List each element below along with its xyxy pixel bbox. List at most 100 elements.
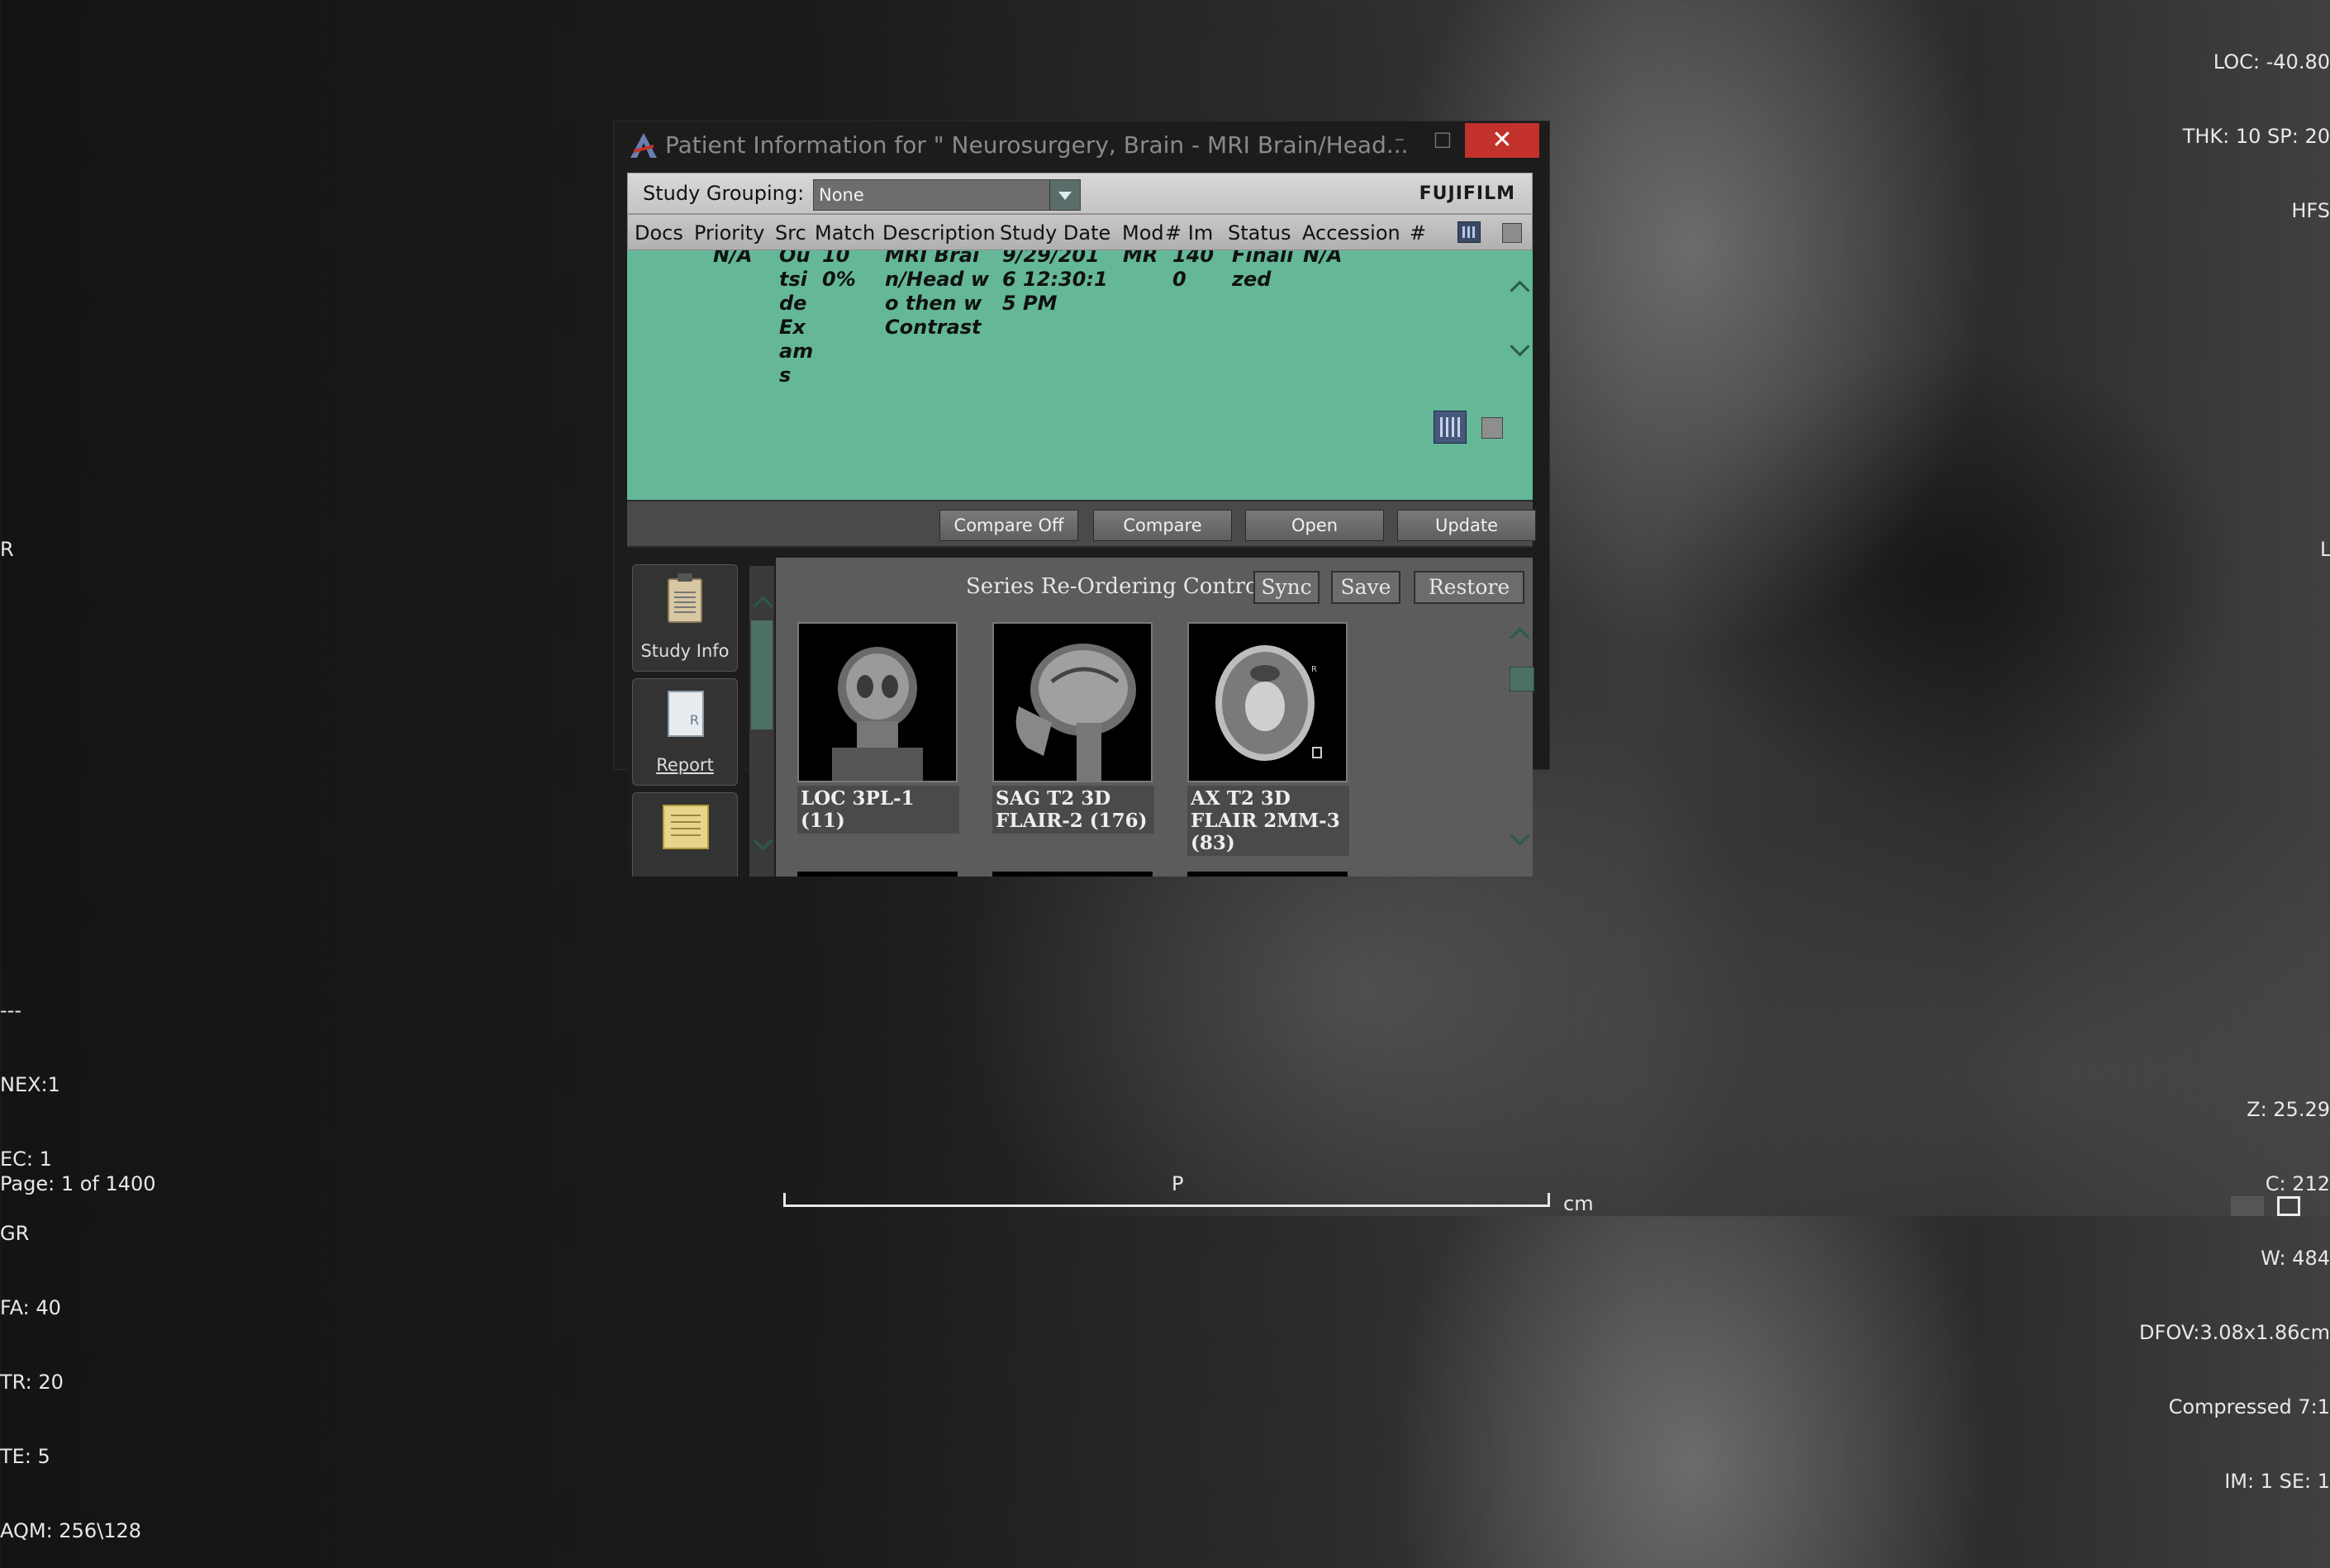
cell-status-line: zed: [1232, 268, 1272, 291]
compare-button[interactable]: Compare: [1093, 510, 1232, 541]
notes-button[interactable]: [632, 792, 738, 877]
patient-info-dialog: Patient Information for " Neurosurgery, …: [613, 121, 1550, 877]
cell-src-line: de: [779, 292, 807, 315]
cell-src-line: Ou: [779, 250, 811, 267]
series-thumbnail-coronal[interactable]: [797, 622, 958, 782]
study-list-scrollbar[interactable]: [1508, 250, 1533, 500]
series-label-sagittal: SAG T2 3D FLAIR-2 (176): [992, 786, 1154, 834]
series-grid-icon[interactable]: [1457, 221, 1481, 243]
next-row-thumbnail[interactable]: [797, 872, 958, 877]
svg-text:R: R: [1311, 665, 1317, 674]
series-thumbnail-axial[interactable]: R: [1187, 622, 1348, 782]
series-label-axial: AX T2 3D FLAIR 2MM-3 (83): [1187, 786, 1349, 856]
corner-tool-icon[interactable]: [2231, 1196, 2264, 1216]
cell-num-images: 140 0: [1172, 250, 1214, 292]
sagittal-brain-image: [1015, 644, 1136, 781]
cell-description-line: n/Head w: [885, 268, 990, 291]
fujifilm-logo: FUJIFILM: [1419, 183, 1515, 204]
column-mod[interactable]: Mod: [1122, 221, 1164, 245]
cell-accession: N/A: [1303, 250, 1343, 267]
chevron-down-icon[interactable]: [1510, 336, 1530, 357]
right-orientation-marker: L: [2320, 538, 2330, 561]
chevron-down-icon[interactable]: [753, 830, 773, 851]
restore-button[interactable]: Restore: [1414, 571, 1524, 604]
sync-button[interactable]: Sync: [1253, 571, 1320, 604]
cell-priority: N/A: [713, 250, 753, 267]
report-button[interactable]: Report: [632, 678, 738, 786]
study-table-header: Docs Priority Src Match Description Stud…: [627, 214, 1533, 250]
cell-status-line: Finali: [1232, 250, 1294, 267]
te-readout: TE: 5: [0, 1445, 50, 1468]
chevron-up-icon[interactable]: [753, 596, 773, 616]
nex-readout: NEX:1: [0, 1073, 60, 1096]
close-button[interactable]: ✕: [1465, 123, 1539, 158]
column-num-images[interactable]: # Im: [1165, 221, 1213, 245]
echo-readout: EC: 1: [0, 1147, 52, 1171]
study-grouping-label: Study Grouping:: [643, 182, 805, 205]
cell-study-date-line: 6 12:30:1: [1002, 268, 1108, 291]
bottom-orientation-marker: P: [1172, 1172, 1184, 1195]
column-study-date[interactable]: Study Date: [1000, 221, 1110, 245]
column-src[interactable]: Src: [775, 221, 806, 245]
study-action-bar: Compare Off Compare Open Update: [627, 500, 1536, 548]
chevron-up-icon[interactable]: [1510, 627, 1530, 648]
chevron-up-icon[interactable]: [1510, 280, 1530, 301]
chevron-down-icon[interactable]: [1049, 180, 1080, 210]
corner-window-icon[interactable]: [2277, 1196, 2300, 1216]
select-all-checkbox[interactable]: [1502, 223, 1522, 243]
column-status[interactable]: Status: [1228, 221, 1291, 245]
column-number[interactable]: #: [1410, 221, 1426, 245]
cell-src-line: Ex: [779, 316, 806, 339]
save-button[interactable]: Save: [1331, 571, 1400, 604]
cell-src: Ou tsi de Ex am s: [779, 250, 813, 387]
series-scrollbar[interactable]: [1506, 622, 1534, 878]
cell-src-line: am: [779, 340, 814, 363]
scale-bar: [783, 1193, 1550, 1207]
open-button[interactable]: Open: [1245, 510, 1384, 541]
series-grid-icon[interactable]: [1434, 411, 1467, 444]
report-label: Report: [656, 755, 714, 775]
compare-off-button[interactable]: Compare Off: [939, 510, 1078, 541]
flip-angle-readout: FA: 40: [0, 1296, 61, 1319]
update-button[interactable]: Update: [1397, 510, 1536, 541]
series-label-coronal: LOC 3PL-1 (11): [797, 786, 959, 834]
chevron-down-icon[interactable]: [1510, 825, 1530, 846]
column-accession[interactable]: Accession: [1302, 221, 1400, 245]
table-row[interactable]: N/A Ou tsi de Ex am s 10 0% MRI Brai n/H…: [627, 250, 1508, 500]
window-width-readout: W: 484: [2261, 1247, 2330, 1270]
overlay-separator: ---: [0, 999, 21, 1022]
column-docs[interactable]: Docs: [635, 221, 683, 245]
page-indicator: Page: 1 of 1400: [0, 1172, 156, 1195]
matrix-readout: AQM: 256\128: [0, 1519, 142, 1542]
tr-readout: TR: 20: [0, 1371, 64, 1394]
cell-num-images-line: 0: [1172, 268, 1186, 291]
column-description[interactable]: Description: [882, 221, 996, 245]
column-match[interactable]: Match: [815, 221, 875, 245]
study-info-button[interactable]: Study Info: [632, 564, 738, 672]
overlay-bottom-left: --- NEX:1 EC: 1 GR FA: 40 TR: 20 TE: 5 A…: [0, 948, 141, 1568]
side-panel-scroll-thumb[interactable]: [751, 620, 773, 729]
next-row-thumbnail[interactable]: [1187, 872, 1348, 877]
notes-icon: [663, 805, 709, 849]
dialog-titlebar[interactable]: Patient Information for " Neurosurgery, …: [614, 121, 1549, 168]
cell-mod: MR: [1123, 250, 1158, 267]
next-row-thumbnail[interactable]: [992, 872, 1153, 877]
cell-match-line: 10: [822, 250, 850, 267]
cell-match: 10 0%: [822, 250, 856, 292]
series-scroll-thumb[interactable]: [1510, 667, 1534, 691]
cell-num-images-line: 140: [1172, 250, 1215, 267]
study-grouping-bar: Study Grouping: None FUJIFILM: [627, 173, 1533, 214]
column-priority[interactable]: Priority: [694, 221, 764, 245]
cell-study-date-line: 5 PM: [1002, 292, 1058, 315]
study-grouping-select[interactable]: None: [813, 179, 1081, 211]
maximize-button[interactable]: □: [1422, 125, 1463, 158]
report-document-icon: [668, 691, 704, 737]
axial-brain-image: R: [1215, 645, 1322, 761]
window-center-readout: C: 212: [2265, 1172, 2330, 1195]
series-thumbnail-sagittal[interactable]: [992, 622, 1153, 782]
overlay-bottom-right: Z: 25.29 C: 212 W: 484 DFOV:3.08x1.86cm …: [2139, 1048, 2330, 1518]
row-checkbox[interactable]: [1481, 417, 1503, 439]
zoom-readout: Z: 25.29: [2247, 1098, 2330, 1121]
cell-description-line: Contrast: [885, 316, 982, 339]
minimize-button[interactable]: –: [1379, 125, 1420, 158]
